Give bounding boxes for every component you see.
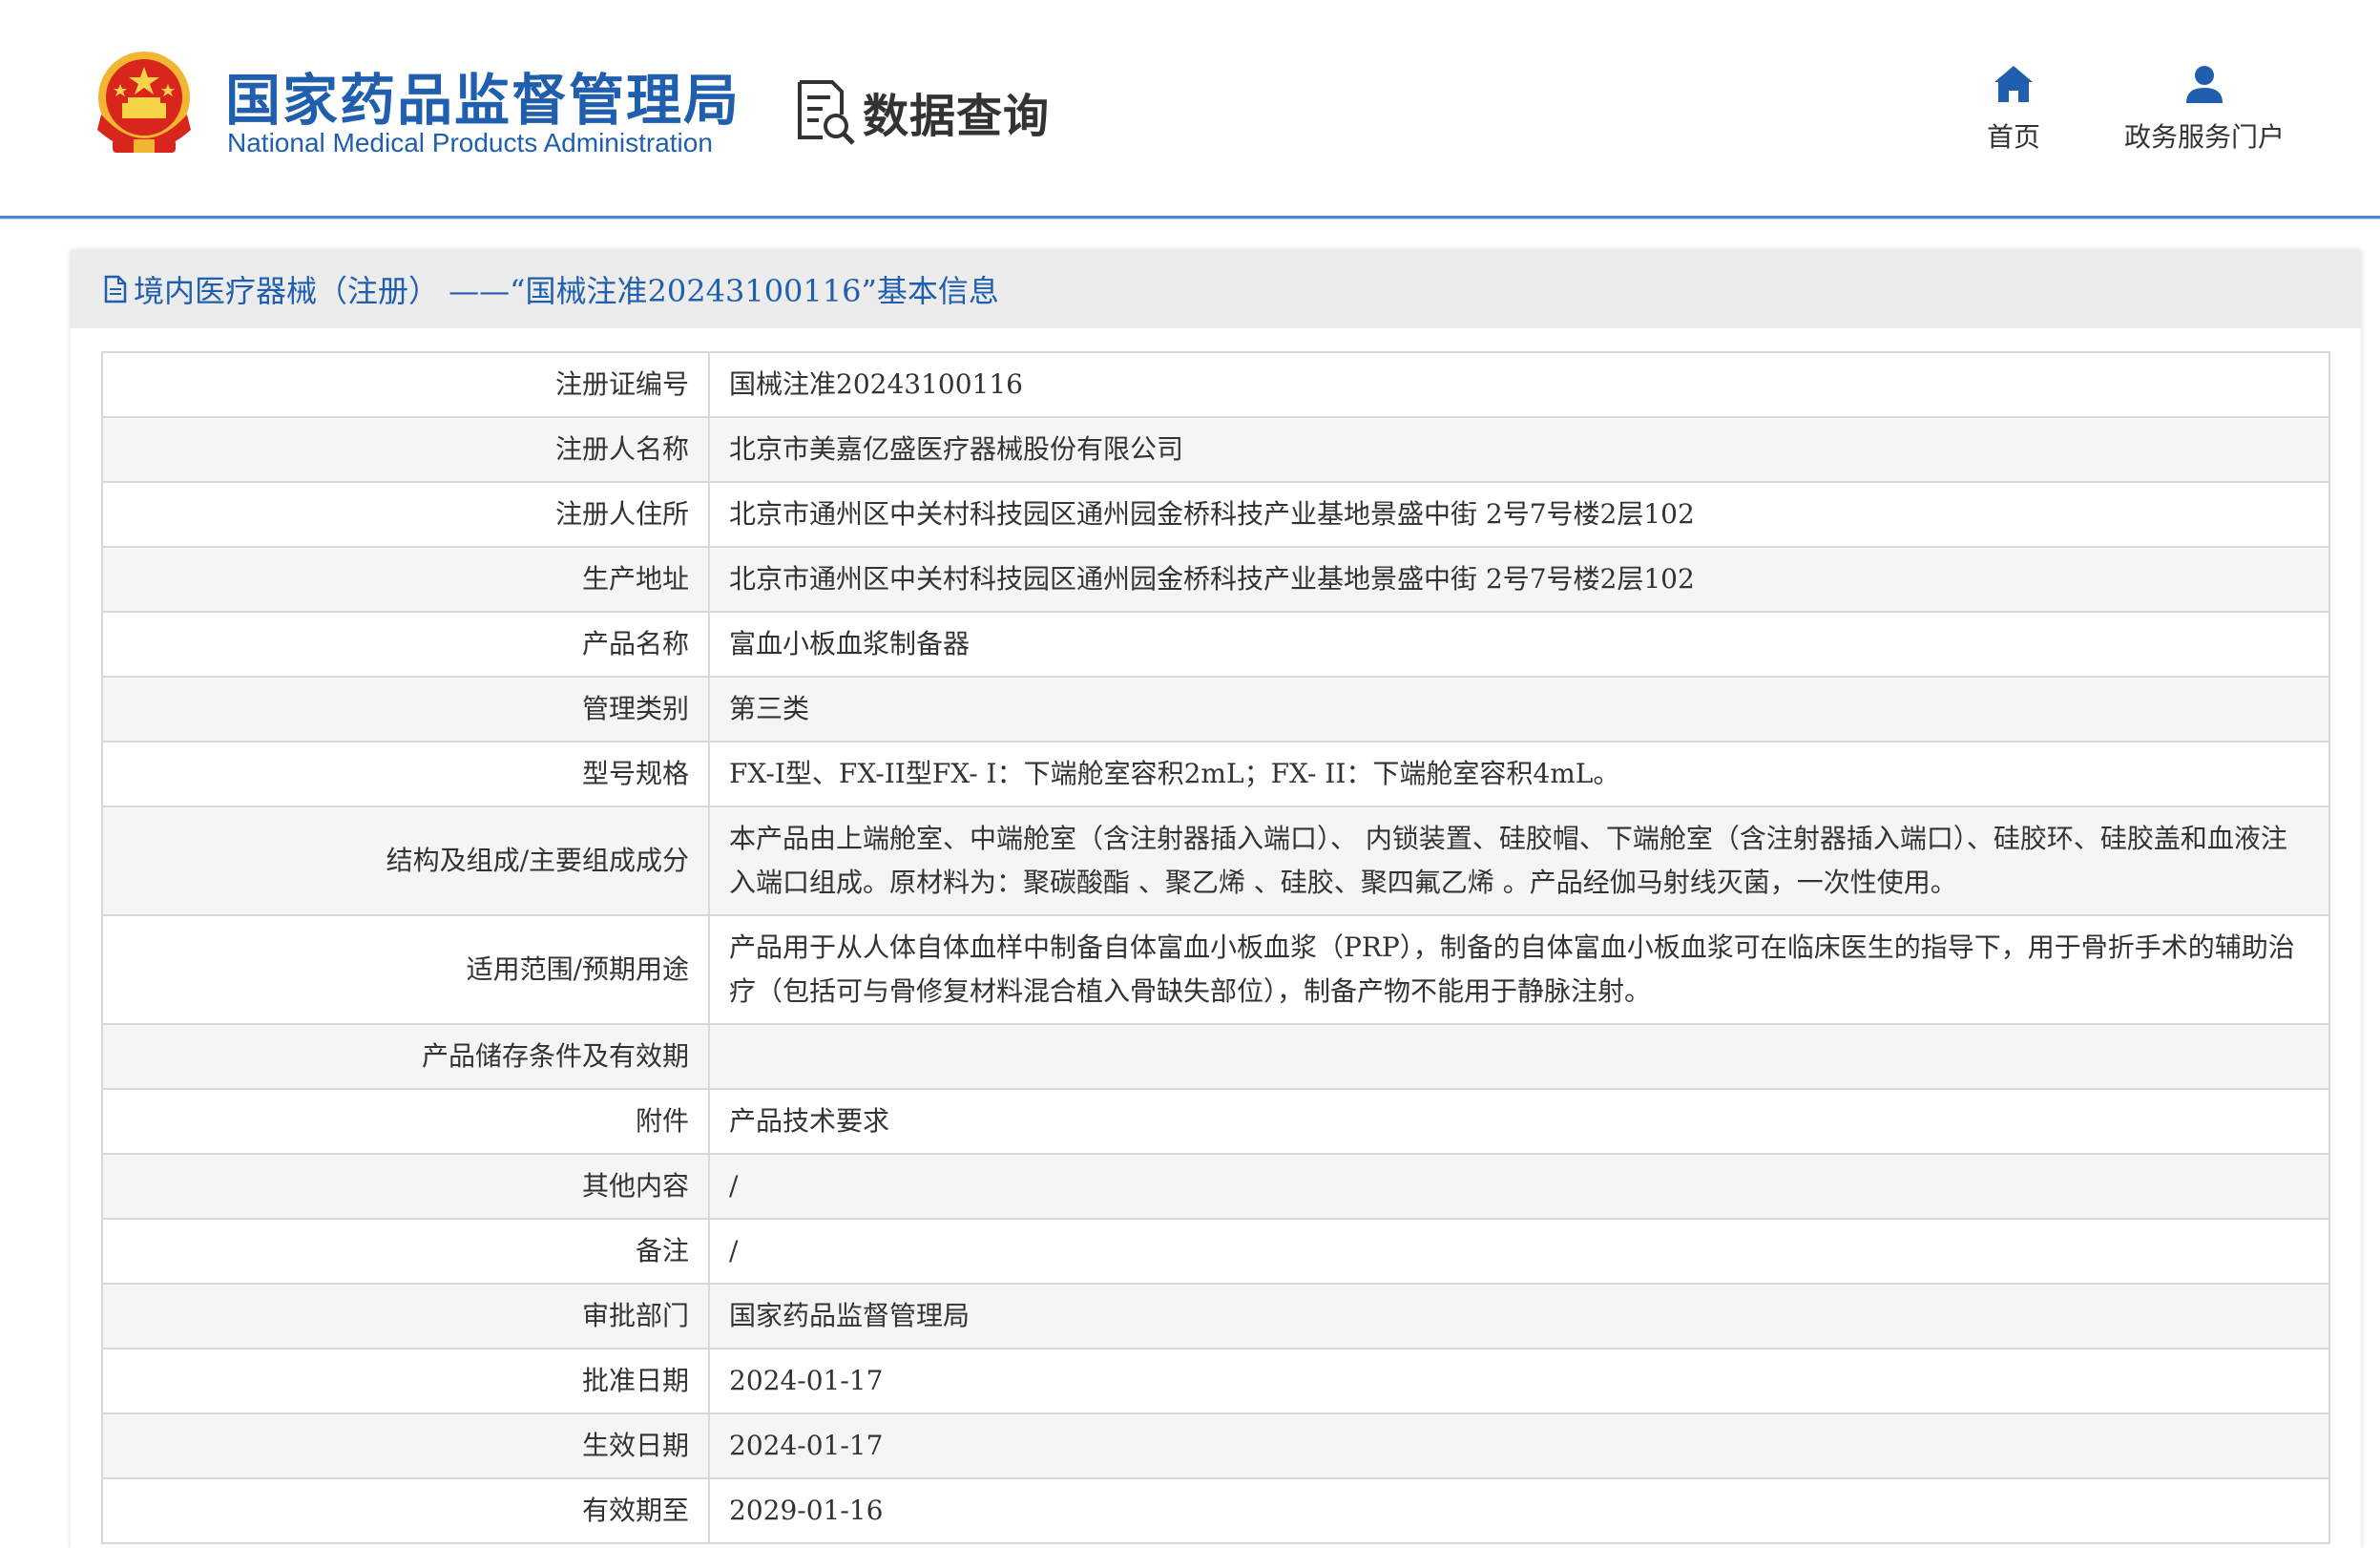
data-query-label: 数据查询: [863, 90, 1051, 143]
table-row: 注册人住所 北京市通州区中关村科技园区通州园金桥科技产业基地景盛中街 2号7号楼…: [101, 481, 2330, 548]
row-label: 其他内容: [101, 1153, 710, 1220]
document-search-icon: [798, 80, 855, 145]
row-label: 型号规格: [101, 741, 710, 807]
row-label: 备注: [101, 1218, 710, 1285]
table-row: 备注 /: [101, 1218, 2330, 1285]
row-value: 2024-01-17: [708, 1348, 2330, 1414]
document-icon: [104, 275, 127, 303]
table-row: 注册证编号 国械注准20243100116: [101, 351, 2330, 418]
row-label: 适用范围/预期用途: [101, 914, 710, 1025]
data-query-section: 数据查询: [794, 78, 1050, 145]
home-icon: [1994, 66, 2033, 102]
table-row: 生效日期 2024-01-17: [101, 1412, 2330, 1479]
panel-title-bar: 境内医疗器械（注册） ——“国械注准20243100116”基本信息: [71, 250, 2361, 328]
row-value: /: [708, 1218, 2330, 1285]
table-row: 有效期至 2029-01-16: [101, 1477, 2330, 1544]
table-row: 产品名称 富血小板血浆制备器: [101, 611, 2330, 678]
nav-home[interactable]: 首页: [1987, 63, 2040, 155]
table-row: 结构及组成/主要组成成分 本产品由上端舱室、中端舱室（含注射器插入端口）、 内锁…: [101, 805, 2330, 916]
table-row: 批准日期 2024-01-17: [101, 1348, 2330, 1414]
row-label: 结构及组成/主要组成成分: [101, 805, 710, 916]
row-label: 有效期至: [101, 1477, 710, 1544]
row-value: 第三类: [708, 676, 2330, 743]
row-value: 产品用于从人体自体血样中制备自体富血小板血浆（PRP），制备的自体富血小板血浆可…: [708, 914, 2330, 1025]
row-value: 国械注准20243100116: [708, 351, 2330, 418]
row-value: 北京市通州区中关村科技园区通州园金桥科技产业基地景盛中街 2号7号楼2层102: [708, 546, 2330, 613]
row-value: 富血小板血浆制备器: [708, 611, 2330, 678]
row-value: FX-I型、FX-II型FX- I：下端舱室容积2mL；FX- II：下端舱室容…: [708, 741, 2330, 807]
site-header: 国家药品监督管理局 National Medical Products Admi…: [0, 0, 2380, 219]
row-label: 生效日期: [101, 1412, 710, 1479]
site-logo-subtitle[interactable]: National Medical Products Administration: [227, 128, 713, 158]
info-panel: 境内医疗器械（注册） ——“国械注准20243100116”基本信息 注册证编号…: [71, 250, 2361, 1548]
row-label: 生产地址: [101, 546, 710, 613]
row-label: 审批部门: [101, 1283, 710, 1349]
row-value: 北京市通州区中关村科技园区通州园金桥科技产业基地景盛中街 2号7号楼2层102: [708, 481, 2330, 548]
national-emblem-icon: [97, 52, 191, 153]
table-row: 产品储存条件及有效期: [101, 1023, 2330, 1090]
table-row: 生产地址 北京市通州区中关村科技园区通州园金桥科技产业基地景盛中街 2号7号楼2…: [101, 546, 2330, 613]
row-label: 产品储存条件及有效期: [101, 1023, 710, 1090]
panel-title: 境内医疗器械（注册） ——“国械注准20243100116”基本信息: [134, 273, 999, 309]
row-label: 产品名称: [101, 611, 710, 678]
user-icon: [2186, 66, 2223, 103]
registration-info-table: 注册证编号 国械注准20243100116 注册人名称 北京市美嘉亿盛医疗器械股…: [101, 351, 2330, 1544]
table-row: 型号规格 FX-I型、FX-II型FX- I：下端舱室容积2mL；FX- II：…: [101, 741, 2330, 807]
table-row: 附件 产品技术要求: [101, 1088, 2330, 1155]
row-value: 本产品由上端舱室、中端舱室（含注射器插入端口）、 内锁装置、硅胶帽、下端舱室（含…: [708, 805, 2330, 916]
row-label: 注册证编号: [101, 351, 710, 418]
row-value: 产品技术要求: [708, 1088, 2330, 1155]
nav-service-portal-label: 政务服务门户: [2124, 121, 2286, 153]
row-label: 批准日期: [101, 1348, 710, 1414]
table-row: 审批部门 国家药品监督管理局: [101, 1283, 2330, 1349]
row-value: 国家药品监督管理局: [708, 1283, 2330, 1349]
table-row: 适用范围/预期用途 产品用于从人体自体血样中制备自体富血小板血浆（PRP），制备…: [101, 914, 2330, 1025]
table-row: 管理类别 第三类: [101, 676, 2330, 743]
row-value: [708, 1023, 2330, 1090]
table-row: 其他内容 /: [101, 1153, 2330, 1220]
site-logo-title[interactable]: 国家药品监督管理局: [225, 55, 741, 136]
row-label: 管理类别: [101, 676, 710, 743]
row-label: 注册人住所: [101, 481, 710, 548]
row-label: 附件: [101, 1088, 710, 1155]
nav-service-portal[interactable]: 政务服务门户: [2124, 63, 2285, 155]
nav-home-label: 首页: [1987, 121, 2041, 153]
row-value: 2024-01-17: [708, 1412, 2330, 1479]
row-value: 2029-01-16: [708, 1477, 2330, 1544]
row-label: 注册人名称: [101, 416, 710, 483]
table-row: 注册人名称 北京市美嘉亿盛医疗器械股份有限公司: [101, 416, 2330, 483]
row-value: 北京市美嘉亿盛医疗器械股份有限公司: [708, 416, 2330, 483]
row-value: /: [708, 1153, 2330, 1220]
